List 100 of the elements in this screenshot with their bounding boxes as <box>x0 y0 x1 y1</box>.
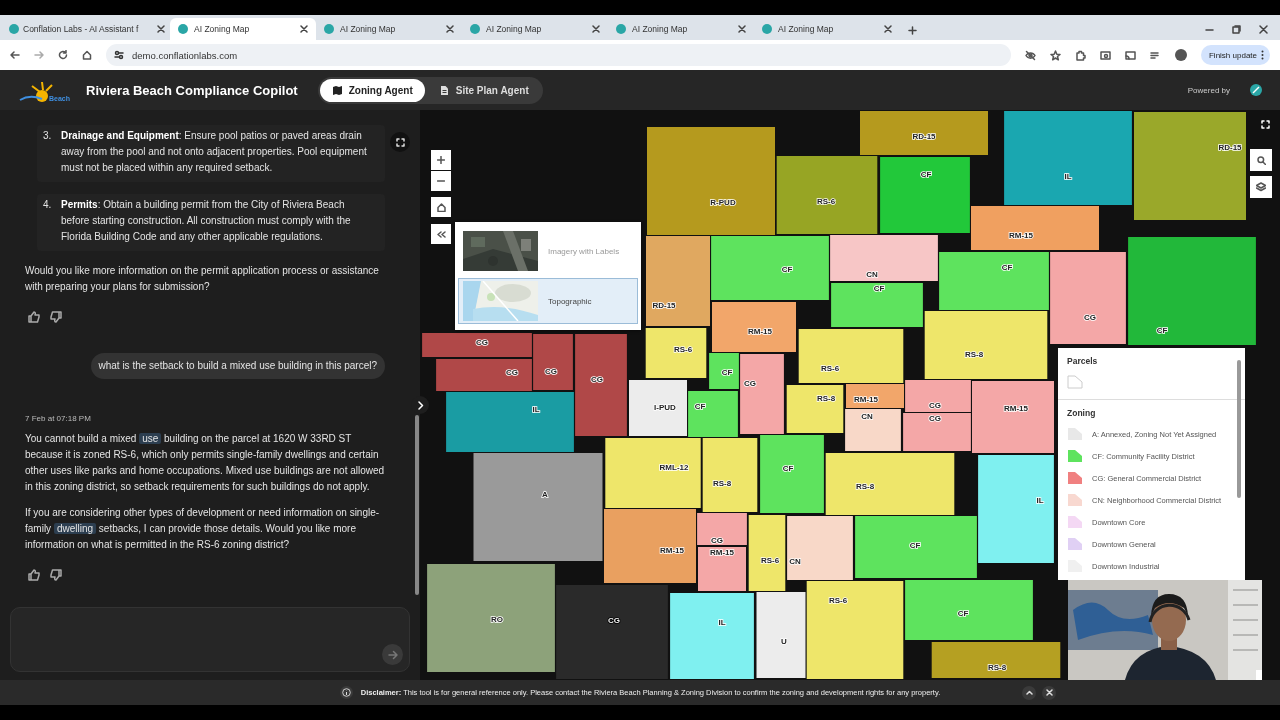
agent-tab[interactable]: Zoning Agent <box>319 78 425 102</box>
cast-icon[interactable] <box>1124 49 1136 61</box>
collapse-button[interactable] <box>431 224 451 244</box>
browser-tab[interactable]: AI Zoning Map <box>462 18 608 40</box>
zone-label: IL <box>1064 172 1072 181</box>
thumbs-down-icon[interactable] <box>50 569 62 581</box>
browser-tab[interactable]: AI Zoning Map <box>170 18 316 40</box>
layers-icon <box>1256 182 1266 192</box>
app-title: Riviera Beach Compliance Copilot <box>86 82 298 98</box>
list-item-text: Permits: Obtain a building permit from the City of Riviera Beach before starting construction. All construction must comply with the Florida Building Code and any other applicable regulations. <box>61 198 352 244</box>
tab-search-icon[interactable] <box>1099 49 1111 61</box>
favicon-icon <box>9 24 19 34</box>
reload-icon[interactable] <box>58 50 68 60</box>
home-icon[interactable] <box>82 50 92 60</box>
zone-label: CN <box>789 557 801 566</box>
zone-area[interactable] <box>806 581 904 679</box>
address-field[interactable]: demo.conflationlabs.com <box>132 49 238 61</box>
eye-slash-icon[interactable] <box>1024 49 1036 61</box>
close-icon[interactable] <box>1259 25 1268 34</box>
close-icon[interactable] <box>738 25 746 33</box>
zone-label: RO <box>491 615 503 624</box>
close-icon <box>1045 689 1053 696</box>
search-button[interactable] <box>1250 149 1272 171</box>
fullscreen-button[interactable] <box>390 132 410 152</box>
expand-button[interactable] <box>1022 685 1036 700</box>
zone-label: RS-8 <box>855 482 875 491</box>
zone-label: CG <box>1084 313 1096 322</box>
browser-tab[interactable]: AI Zoning Map <box>608 18 754 40</box>
site-settings-icon[interactable] <box>114 50 124 60</box>
zone-label: CF <box>694 402 706 411</box>
zone-area[interactable] <box>645 328 707 378</box>
forward-icon[interactable] <box>34 50 44 60</box>
chevron-right-icon <box>416 400 424 410</box>
zone-label: IL <box>532 405 540 414</box>
close-icon[interactable] <box>592 25 600 33</box>
basemap-option[interactable]: Topographic <box>458 278 638 324</box>
browser-tab[interactable]: Conflation Labs - AI Assistant f <box>4 18 170 40</box>
scrollbar[interactable] <box>415 415 419 595</box>
browser-tab[interactable]: AI Zoning Map <box>316 18 462 40</box>
zone-label: RM-15 <box>748 327 772 336</box>
arrow-right-icon <box>387 649 398 660</box>
double-chevron-left-icon <box>436 230 446 238</box>
message-input[interactable] <box>10 607 410 672</box>
back-icon[interactable] <box>10 50 20 60</box>
zone-label: CF <box>721 368 733 377</box>
plus-icon <box>437 156 445 164</box>
extensions-icon[interactable] <box>1074 49 1086 61</box>
zone-label: CG <box>929 401 941 410</box>
zoom-out-button[interactable] <box>431 171 451 191</box>
favicon-icon <box>762 24 772 34</box>
zone-area[interactable] <box>698 547 746 591</box>
zone-area[interactable] <box>709 353 739 389</box>
profile-avatar[interactable] <box>1174 49 1187 61</box>
thumbs-up-icon[interactable] <box>28 311 40 323</box>
legend-swatch <box>1067 449 1083 463</box>
send-button[interactable] <box>382 644 403 665</box>
zone-area[interactable] <box>786 385 844 433</box>
close-icon[interactable] <box>446 25 454 33</box>
home-button[interactable] <box>431 197 451 217</box>
restore-icon[interactable] <box>1232 25 1241 34</box>
media-queue-icon[interactable] <box>1149 49 1161 61</box>
zone-label: RS-6 <box>828 596 848 605</box>
zoom-in-button[interactable] <box>431 150 451 170</box>
zone-area[interactable] <box>798 329 904 383</box>
star-icon[interactable] <box>1049 49 1061 61</box>
zone-area[interactable] <box>924 311 1048 379</box>
kebab-icon <box>1261 50 1264 60</box>
zone-label: CG <box>744 379 756 388</box>
zone-label: CF <box>1001 263 1013 272</box>
zone-label: RM-15 <box>854 395 878 404</box>
favicon-icon <box>616 24 626 34</box>
zone-label: CF <box>781 265 793 274</box>
home-icon <box>436 202 446 212</box>
zone-label: RS-8 <box>712 479 732 488</box>
minus-icon <box>437 177 445 185</box>
thumbs-down-icon[interactable] <box>50 311 62 323</box>
map-icon <box>331 84 343 96</box>
powered-by-label: Powered by <box>1187 85 1230 95</box>
zone-area[interactable] <box>748 515 786 591</box>
zone-label: IL <box>1036 496 1044 505</box>
close-icon[interactable] <box>884 25 892 33</box>
fullscreen-icon[interactable] <box>1261 120 1270 129</box>
browser-tab[interactable]: AI Zoning Map <box>754 18 900 40</box>
zone-area[interactable] <box>825 453 955 515</box>
message-text: You cannot build a mixed use building on the parcel at 1620 W 33RD ST because it is zoned RS-6, which only permits single-family dwellings and certain other uses like parks and home occupations. Mixed use buildings are not allowed in this zoning district, so setback requirements for such buildings do not apply. <box>25 432 385 494</box>
agent-tab[interactable]: Site Plan Agent <box>426 78 541 102</box>
zone-area[interactable] <box>776 156 878 234</box>
close-button[interactable] <box>1042 685 1056 700</box>
new-tab-icon[interactable] <box>908 26 917 35</box>
update-button[interactable]: Finish update <box>1200 45 1270 65</box>
zone-area[interactable] <box>702 438 758 512</box>
zone-label: RD-15 <box>912 132 936 141</box>
close-icon[interactable] <box>300 25 308 33</box>
scrollbar[interactable] <box>1237 360 1241 498</box>
thumbs-up-icon[interactable] <box>28 569 40 581</box>
close-icon[interactable] <box>157 25 165 33</box>
zone-area[interactable] <box>846 384 904 408</box>
zone-area[interactable] <box>756 592 806 678</box>
layers-button[interactable] <box>1250 176 1272 198</box>
message-timestamp: 7 Feb at 07:18 PM <box>25 413 92 425</box>
